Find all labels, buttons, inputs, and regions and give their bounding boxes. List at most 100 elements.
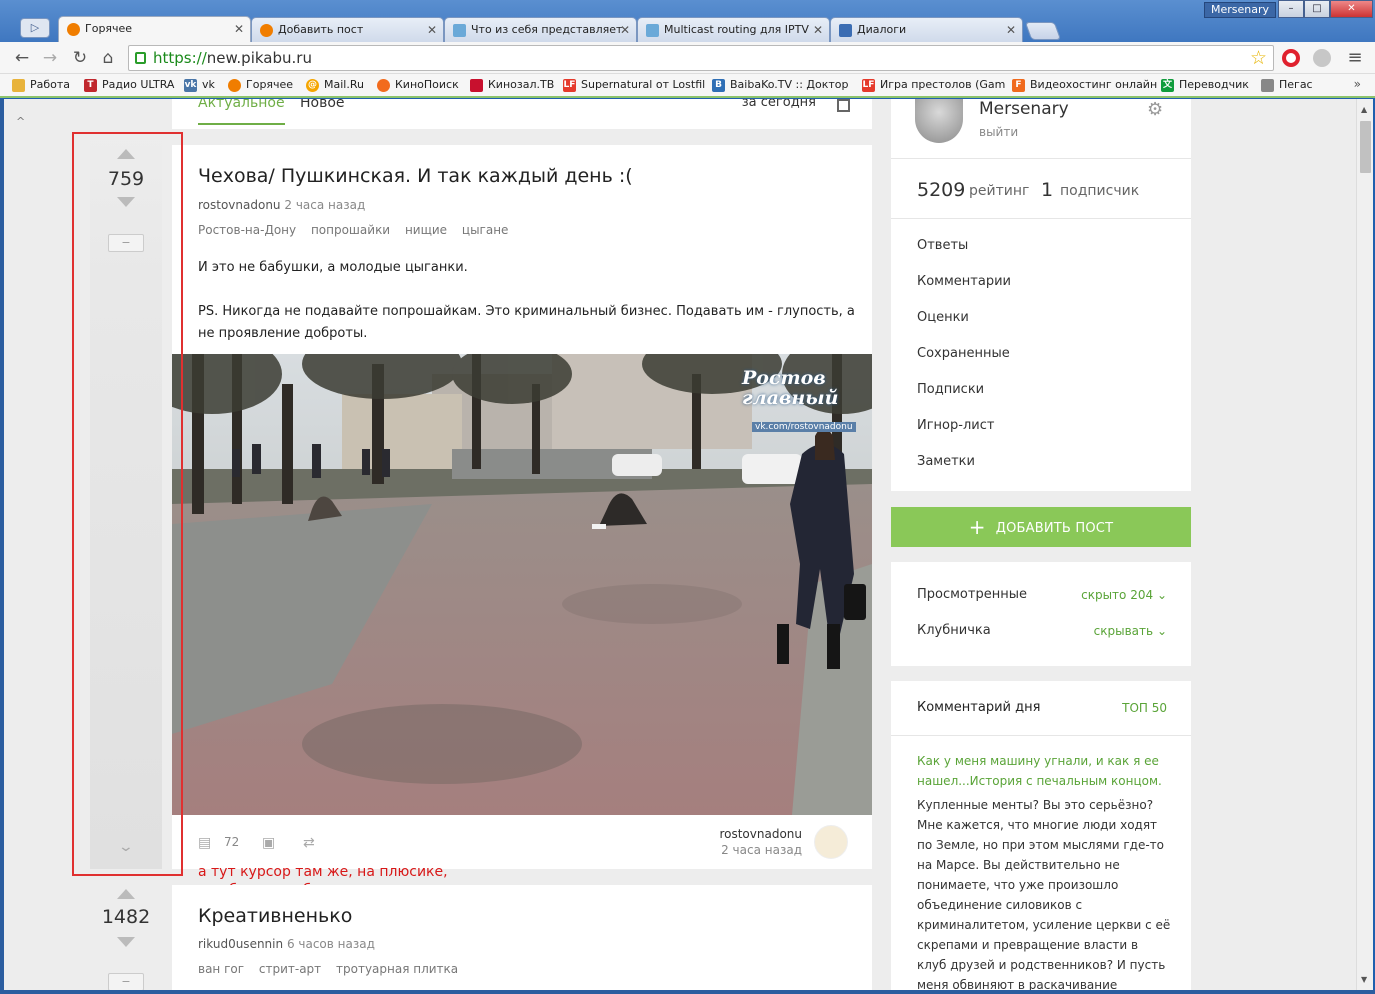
bookmark-item[interactable]: Горячее — [228, 78, 293, 92]
tab-goryachee[interactable]: Горячее ✕ — [58, 16, 251, 43]
filter-nsfw-label: Клубничка — [917, 623, 991, 638]
footer-author-link[interactable]: rostovnadonu — [719, 827, 802, 841]
tag-link[interactable]: попрошайки — [311, 223, 390, 237]
layout-toggle-icon[interactable] — [837, 99, 850, 112]
bookmark-item[interactable]: F Видеохостинг онлайн — [1012, 78, 1157, 92]
tab-habr-1[interactable]: Что из себя представляет ✕ — [444, 17, 637, 43]
tab-label: Диалоги — [857, 23, 907, 36]
new-tab-button[interactable] — [1024, 22, 1062, 40]
bookmark-item[interactable]: 文 Переводчик — [1161, 78, 1249, 92]
filter-nsfw-toggle[interactable]: скрывать ⌄ — [1094, 624, 1167, 638]
menu-ignore-list[interactable]: Игнор-лист — [917, 418, 994, 433]
tab-close-icon[interactable]: ✕ — [234, 17, 244, 41]
menu-ratings[interactable]: Оценки — [917, 310, 969, 325]
window-user-badge[interactable]: Mersenary — [1204, 2, 1277, 18]
chevron-down-icon: ⌄ — [1156, 588, 1167, 602]
annotation-highlight-box — [72, 132, 183, 876]
tab-close-icon[interactable]: ✕ — [813, 18, 823, 42]
bookmark-item[interactable]: Работа — [12, 78, 70, 92]
gear-icon[interactable]: ⚙ — [1147, 99, 1163, 120]
address-bar[interactable]: https://new.pikabu.ru ☆ — [128, 45, 1274, 71]
bookmark-item[interactable]: КиноПоиск — [377, 78, 459, 92]
scroll-up-icon[interactable]: ▲ — [1361, 105, 1367, 114]
menu-notes[interactable]: Заметки — [917, 454, 975, 469]
bookmark-item[interactable]: LF Игра престолов (Gam — [862, 78, 1005, 92]
comments-count[interactable]: 72 — [224, 835, 239, 849]
footer-time: 2 часа назад — [721, 843, 802, 857]
tab-actual[interactable]: Актуальное — [198, 99, 285, 125]
scroll-down-icon[interactable]: ▼ — [1361, 975, 1367, 984]
tag-link[interactable]: нищие — [405, 223, 447, 237]
collapse-post-button[interactable]: − — [108, 973, 144, 990]
share-icon[interactable]: ⇄ — [303, 835, 315, 851]
post-title[interactable]: Чехова/ Пушкинская. И так каждый день :( — [198, 165, 633, 187]
save-icon[interactable]: ▣ — [262, 835, 275, 851]
tag-link[interactable]: цыгане — [462, 223, 509, 237]
tab-add-post[interactable]: Добавить пост ✕ — [251, 17, 444, 43]
browser-toolbar: ← → ↻ ⌂ https://new.pikabu.ru ☆ ≡ — [0, 42, 1375, 74]
menu-subscriptions[interactable]: Подписки — [917, 382, 984, 397]
vertical-scrollbar[interactable]: ▲ ▼ — [1356, 99, 1373, 990]
bookmark-item[interactable]: vk vk — [184, 78, 215, 92]
maximize-button[interactable]: □ — [1304, 0, 1330, 18]
menu-answers[interactable]: Ответы — [917, 238, 968, 253]
tab-new[interactable]: Новое — [300, 99, 345, 111]
close-window-button[interactable]: ✕ — [1330, 0, 1373, 18]
comments-icon[interactable]: ▤ — [198, 835, 211, 851]
tag-link[interactable]: ван гог — [198, 962, 244, 976]
bookmark-item[interactable]: T Радио ULTRA — [84, 78, 174, 92]
tab-label: Что из себя представляет — [471, 23, 623, 36]
reload-button[interactable]: ↻ — [70, 48, 90, 68]
filter-viewed-toggle[interactable]: скрыто 204 ⌄ — [1081, 588, 1167, 602]
tab-close-icon[interactable]: ✕ — [620, 18, 630, 42]
tab-close-icon[interactable]: ✕ — [427, 18, 437, 42]
minimize-button[interactable]: – — [1278, 0, 1304, 18]
menu-saved[interactable]: Сохраненные — [917, 346, 1010, 361]
upvote-arrow-icon[interactable] — [117, 889, 135, 899]
post-author-link[interactable]: rikud0usennin — [198, 937, 283, 951]
forward-button[interactable]: → — [40, 48, 60, 68]
tab-dialogs[interactable]: Диалоги ✕ — [830, 17, 1023, 43]
tag-link[interactable]: Ростов-на-Дону — [198, 223, 296, 237]
post-paragraph: PS. Никогда не подавайте попрошайкам. Эт… — [198, 304, 855, 341]
username[interactable]: Mersenary — [979, 99, 1069, 119]
author-avatar[interactable] — [814, 825, 848, 859]
period-select[interactable]: за сегодня — [742, 99, 816, 110]
opera-extension-icon[interactable] — [1282, 49, 1300, 67]
downvote-arrow-icon[interactable] — [117, 937, 135, 947]
post-image[interactable]: Ростов главный vk.com/rostovnadonu — [172, 354, 872, 815]
back-button[interactable]: ← — [12, 48, 32, 68]
post-title[interactable]: Креативненько — [198, 905, 352, 927]
bookmark-item[interactable]: Пегас — [1261, 78, 1313, 92]
lock-icon — [135, 52, 146, 64]
post-meta: rostovnadonu 2 часа назад — [198, 198, 365, 212]
menu-icon[interactable]: ≡ — [1345, 48, 1365, 68]
bookmark-item[interactable]: B BaibaKo.TV :: Доктор — [712, 78, 849, 92]
url-text[interactable]: https://new.pikabu.ru — [153, 49, 312, 67]
globe-extension-icon[interactable] — [1313, 49, 1331, 67]
tag-link[interactable]: стрит-арт — [259, 962, 321, 976]
scroll-top-button[interactable]: ^ — [16, 115, 25, 128]
home-button[interactable]: ⌂ — [98, 48, 118, 68]
logout-link[interactable]: выйти — [979, 125, 1018, 139]
user-panel: Mersenary выйти ⚙ 5209 рейтинг 1 подписч… — [891, 99, 1191, 491]
scrollbar-thumb[interactable] — [1360, 121, 1371, 173]
tab-strip: Горячее ✕ Добавить пост ✕ Что из себя пр… — [0, 14, 1375, 43]
add-post-button[interactable]: + ДОБАВИТЬ ПОСТ — [891, 507, 1191, 547]
bookmark-star-icon[interactable]: ☆ — [1250, 47, 1267, 69]
tab-close-icon[interactable]: ✕ — [1006, 18, 1016, 42]
bookmark-item[interactable]: @ Mail.Ru — [306, 78, 364, 92]
user-avatar[interactable] — [915, 99, 963, 143]
bookmark-item[interactable]: LF Supernatural от Lostfil — [563, 78, 705, 92]
comment-post-link[interactable]: Как у меня машину угнали, и как я ее наш… — [917, 751, 1169, 791]
menu-comments[interactable]: Комментарии — [917, 274, 1011, 289]
post-author-link[interactable]: rostovnadonu — [198, 198, 281, 212]
tab-habr-2[interactable]: Multicast routing для IPTV ✕ — [637, 17, 830, 43]
top50-link[interactable]: ТОП 50 — [1122, 701, 1167, 715]
bookmark-item[interactable]: Кинозал.ТВ — [470, 78, 554, 92]
tag-link[interactable]: тротуарная плитка — [336, 962, 458, 976]
window-frame-bottom — [0, 990, 1375, 994]
subscribers-label[interactable]: подписчик — [1060, 183, 1139, 199]
filter-viewed-label: Просмотренные — [917, 587, 1027, 602]
bookmarks-overflow-button[interactable]: » — [1354, 77, 1361, 91]
